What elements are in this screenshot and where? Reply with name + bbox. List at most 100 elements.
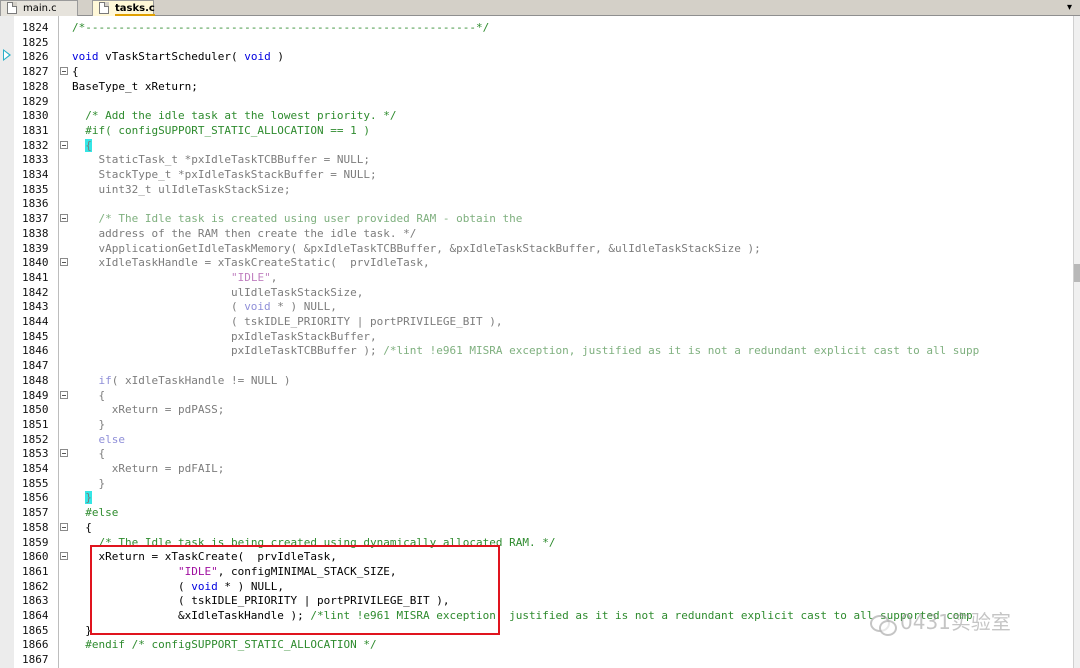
code-text: xReturn = xTaskCreate( prvIdleTask, — [72, 550, 337, 564]
code-line[interactable]: 1859 /* The Idle task is being created u… — [0, 536, 1074, 551]
code-line[interactable]: 1840 xIdleTaskHandle = xTaskCreateStatic… — [0, 256, 1074, 271]
code-line[interactable]: 1842 ulIdleTaskStackSize, — [0, 286, 1074, 301]
code-line[interactable]: 1833 StaticTask_t *pxIdleTaskTCBBuffer =… — [0, 153, 1074, 168]
code-text: { — [72, 520, 92, 534]
code-line[interactable]: 1834 StackType_t *pxIdleTaskStackBuffer … — [0, 168, 1074, 183]
scrollbar-thumb[interactable] — [1074, 264, 1080, 282]
code-line[interactable]: 1826 void vTaskStartScheduler( void ) — [0, 50, 1074, 65]
line-number: 1848 — [22, 373, 49, 387]
line-number: 1851 — [22, 417, 49, 431]
vertical-scrollbar[interactable] — [1073, 16, 1080, 668]
code-line[interactable]: 1825 — [0, 36, 1074, 51]
fold-toggle-icon[interactable] — [60, 390, 68, 399]
code-line[interactable]: 1828 BaseType_t xReturn; — [0, 80, 1074, 95]
line-number: 1864 — [22, 609, 49, 622]
code-text: /* The Idle task is created using user p… — [98, 212, 523, 226]
code-text: "IDLE", — [230, 270, 278, 284]
code-line[interactable]: 1845 pxIdleTaskStackBuffer, — [0, 330, 1074, 345]
fold-toggle-icon[interactable] — [60, 258, 68, 267]
tab-tasks-c[interactable]: tasks.c — [92, 0, 155, 16]
code-line[interactable]: 1847 — [0, 359, 1074, 374]
file-icon — [7, 2, 17, 14]
code-line[interactable]: 1857 #else — [0, 506, 1074, 521]
line-number: 1841 — [22, 270, 49, 284]
code-line[interactable]: 1851 } — [0, 418, 1074, 433]
line-number: 1860 — [22, 550, 49, 564]
fold-toggle-icon[interactable] — [60, 140, 68, 149]
code-text: StackType_t *pxIdleTaskStackBuffer = NUL… — [72, 168, 377, 181]
code-line[interactable]: 1829 — [0, 95, 1074, 110]
code-line[interactable]: 1839 vApplicationGetIdleTaskMemory( &pxI… — [0, 242, 1074, 257]
fold-toggle-icon[interactable] — [60, 449, 68, 458]
code-text: #if( configSUPPORT_STATIC_ALLOCATION == … — [72, 123, 371, 137]
code-line[interactable]: 1866 #endif /* configSUPPORT_STATIC_ALLO… — [0, 638, 1074, 653]
code-line[interactable]: 1856 } — [0, 491, 1074, 506]
code-line[interactable]: 1861 "IDLE", configMINIMAL_STACK_SIZE, — [0, 565, 1074, 580]
code-line[interactable]: 1844 ( tskIDLE_PRIORITY | portPRIVILEGE_… — [0, 315, 1074, 330]
code-text: { — [72, 388, 106, 402]
code-line[interactable]: 1860 xReturn = xTaskCreate( prvIdleTask, — [0, 550, 1074, 565]
code-line[interactable]: 1850 xReturn = pdPASS; — [0, 403, 1074, 418]
line-number: 1849 — [22, 388, 49, 402]
line-number: 1828 — [22, 79, 49, 93]
fold-toggle-icon[interactable] — [60, 214, 68, 223]
code-text: /* The Idle task is being created using … — [98, 535, 556, 549]
code-text: xReturn = pdFAIL; — [72, 462, 225, 475]
code-line[interactable]: 1846 pxIdleTaskTCBBuffer ); /*lint !e961… — [0, 344, 1074, 359]
code-text: "IDLE", configMINIMAL_STACK_SIZE, — [177, 564, 397, 578]
line-number: 1850 — [22, 403, 49, 417]
line-number: 1826 — [22, 50, 49, 64]
line-number: 1827 — [22, 65, 49, 79]
code-line[interactable]: 1848 if( xIdleTaskHandle != NULL ) — [0, 374, 1074, 389]
line-number: 1859 — [22, 535, 49, 549]
code-line[interactable]: 1852 else — [0, 433, 1074, 448]
line-number: 1852 — [22, 432, 49, 446]
code-line[interactable]: 1837 /* The Idle task is created using u… — [0, 212, 1074, 227]
code-text: ( tskIDLE_PRIORITY | portPRIVILEGE_BIT )… — [72, 315, 503, 328]
code-line[interactable]: 1853 { — [0, 447, 1074, 462]
fold-toggle-icon[interactable] — [60, 67, 68, 76]
code-text: #endif /* configSUPPORT_STATIC_ALLOCATIO… — [72, 638, 377, 652]
code-line[interactable]: 1862 ( void * ) NULL, — [0, 580, 1074, 595]
code-line[interactable]: 1832 { — [0, 138, 1074, 154]
code-line[interactable]: 1841 "IDLE", — [0, 271, 1074, 286]
code-text: uint32_t ulIdleTaskStackSize; — [72, 182, 291, 196]
code-line[interactable]: 1827 { — [0, 65, 1074, 80]
code-line[interactable]: 1835 uint32_t ulIdleTaskStackSize; — [0, 183, 1074, 198]
code-editor[interactable]: 1824 /*----------------------------------… — [0, 16, 1074, 668]
code-line[interactable]: 1824 /*----------------------------------… — [0, 21, 1074, 36]
code-line[interactable]: 1854 xReturn = pdFAIL; — [0, 462, 1074, 477]
watermark: 0431实验室 — [870, 606, 1011, 636]
code-text: /*--------------------------------------… — [72, 21, 490, 34]
line-number: 1837 — [22, 212, 49, 226]
code-line[interactable]: 1858 { — [0, 521, 1074, 536]
code-line[interactable]: 1849 { — [0, 389, 1074, 404]
line-number: 1833 — [22, 153, 49, 167]
fold-toggle-icon[interactable] — [60, 522, 68, 531]
code-line[interactable]: 1831 #if( configSUPPORT_STATIC_ALLOCATIO… — [0, 124, 1074, 139]
line-number: 1846 — [22, 344, 49, 358]
fold-toggle-icon[interactable] — [60, 552, 68, 561]
code-line[interactable]: 1830 /* Add the idle task at the lowest … — [0, 109, 1074, 124]
tab-list-dropdown-icon[interactable]: ▾ — [1067, 0, 1072, 15]
code-line[interactable]: 1843 ( void * ) NULL, — [0, 300, 1074, 315]
line-number: 1834 — [22, 168, 49, 181]
line-number: 1867 — [22, 653, 49, 667]
line-number: 1831 — [22, 123, 49, 137]
code-text: ( tskIDLE_PRIORITY | portPRIVILEGE_BIT )… — [72, 594, 450, 608]
line-number: 1855 — [22, 476, 49, 490]
code-line[interactable]: 1867 — [0, 653, 1074, 668]
wechat-icon — [870, 613, 897, 636]
code-line[interactable]: 1836 — [0, 197, 1074, 212]
code-text: } — [72, 623, 92, 637]
line-number: 1856 — [22, 491, 49, 505]
code-line[interactable]: 1855 } — [0, 477, 1074, 492]
line-number: 1832 — [22, 138, 49, 152]
code-line[interactable]: 1838 address of the RAM then create the … — [0, 227, 1074, 242]
line-number: 1865 — [22, 623, 49, 637]
line-number: 1862 — [22, 579, 49, 593]
code-text: #else — [72, 506, 119, 520]
file-icon — [99, 2, 109, 14]
tab-main-c[interactable]: main.c — [0, 0, 78, 16]
tab-label: tasks.c — [115, 3, 155, 16]
